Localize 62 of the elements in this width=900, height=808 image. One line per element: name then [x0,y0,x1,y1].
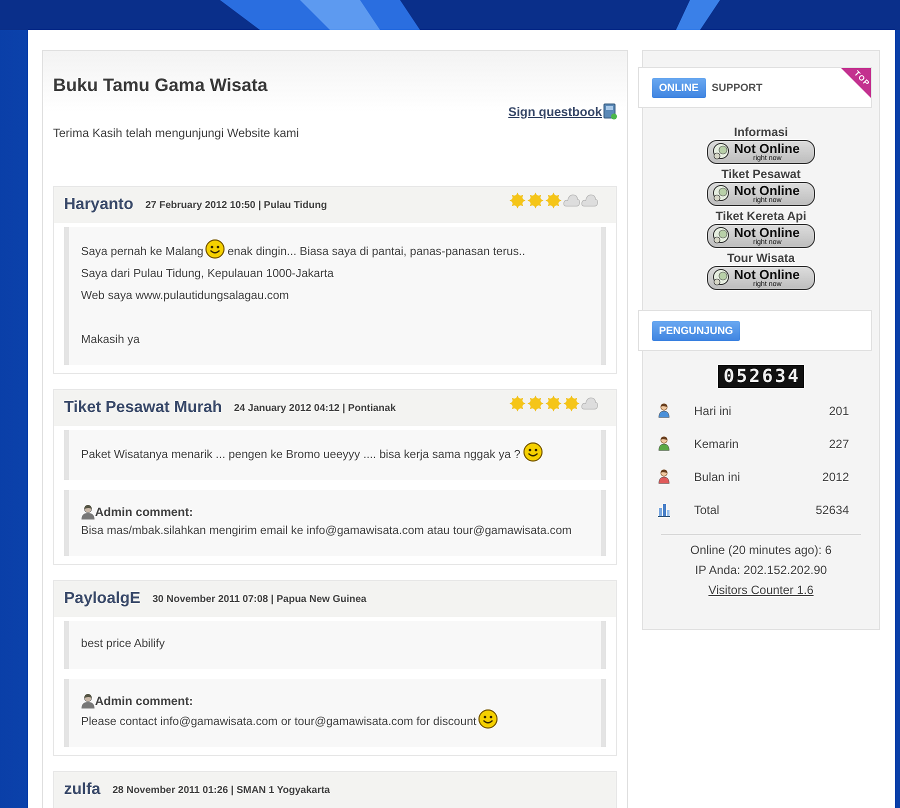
entry-meta: 30 November 2011 07:08 | Papua New Guinea [152,594,366,604]
author-name: Tiket Pesawat Murah [64,399,222,417]
online-count: Online (20 minutes ago): 6 [690,543,832,557]
bar-chart-icon [658,502,670,516]
chat-bubble-icon [712,227,732,245]
contact-name: Tiket Kereta Api [716,208,806,224]
sun-icon [563,395,580,412]
message-text: Please contact info@gamawisata.com or tour@gamawisata.com for discount [81,714,476,730]
chat-bubble-icon [712,269,732,287]
module-badge: ONLINE [652,78,706,98]
smiley-icon [205,239,226,259]
intro-text: Terima Kasih telah mengunjungi Website kami [53,126,299,140]
author-name: PayloalgE [64,590,140,608]
message-text: Web saya www.pulautidungsalagau.com [81,288,289,304]
person-icon [81,693,95,709]
contact-name: Tour Wisata [727,250,795,266]
message-text: best price Abilify [81,636,165,652]
contact-name: Informasi [734,124,788,140]
module-badge: PENGUNJUNG [652,320,740,340]
person-icon [81,504,95,520]
book-icon [603,103,617,120]
stat-value: 227 [828,436,849,450]
smiley-icon [478,709,498,729]
cloud-icon [581,192,598,209]
module-title: SUPPORT [712,82,762,94]
visitor-counter: 052634 [718,365,804,388]
author-name: Haryanto [64,196,134,214]
message-text: Saya dari Pulau Tidung, Kepulauan 1000-Jakarta [81,266,334,282]
stat-label: Total [694,502,720,516]
admin-label: Admin comment: [95,505,194,519]
visitors-counter-link[interactable]: Visitors Counter 1.6 [708,583,814,597]
stat-value: 52634 [816,502,849,516]
sign-guestbook-link[interactable]: Sign questbook [508,103,617,120]
entry-meta: 24 January 2012 04:12 | Pontianak [234,402,396,414]
sun-icon [527,192,544,209]
message-text: enak dingin... Biasa saya di pantai, panas-panasan terus.. [227,244,526,260]
entry-meta: 28 November 2011 01:26 | SMAN 1 Yogyakarta [112,784,330,796]
stat-value: 201 [828,404,849,418]
sun-icon [509,192,526,209]
message-text: Bisa mas/mbak.silahkan mengirim email ke info@gamawisata.com atau tour@gamawisata.com [81,523,572,539]
smiley-icon [522,442,542,462]
page-title: Buku Tamu Gama Wisata [53,74,269,97]
message-text: Saya pernah ke Malang [81,244,204,260]
cloud-icon [563,192,580,209]
sun-icon [545,192,562,209]
entry-meta: 27 February 2012 10:50 | Pulau Tidung [145,200,327,210]
contact-name: Tiket Pesawat [721,166,801,182]
admin-label: Admin comment: [95,694,194,708]
author-name: zulfa [64,781,100,799]
stat-label: Hari ini [694,404,732,418]
stat-label: Bulan ini [694,470,742,484]
sun-icon [509,395,526,412]
stat-label: Kemarin [694,436,740,450]
chat-bubble-icon [712,143,732,161]
ip-address: IP Anda: 202.152.202.90 [695,563,827,577]
cloud-icon [581,395,598,412]
sun-icon [545,395,562,412]
chat-bubble-icon [712,185,732,203]
sun-icon [527,395,544,412]
message-text: Makasih ya [81,332,140,348]
stat-value: 2012 [822,470,849,484]
message-text: Paket Wisatanya menarik ... pengen ke Bromo ueeyyy .... bisa kerja sama nggak ya ? [81,447,520,463]
